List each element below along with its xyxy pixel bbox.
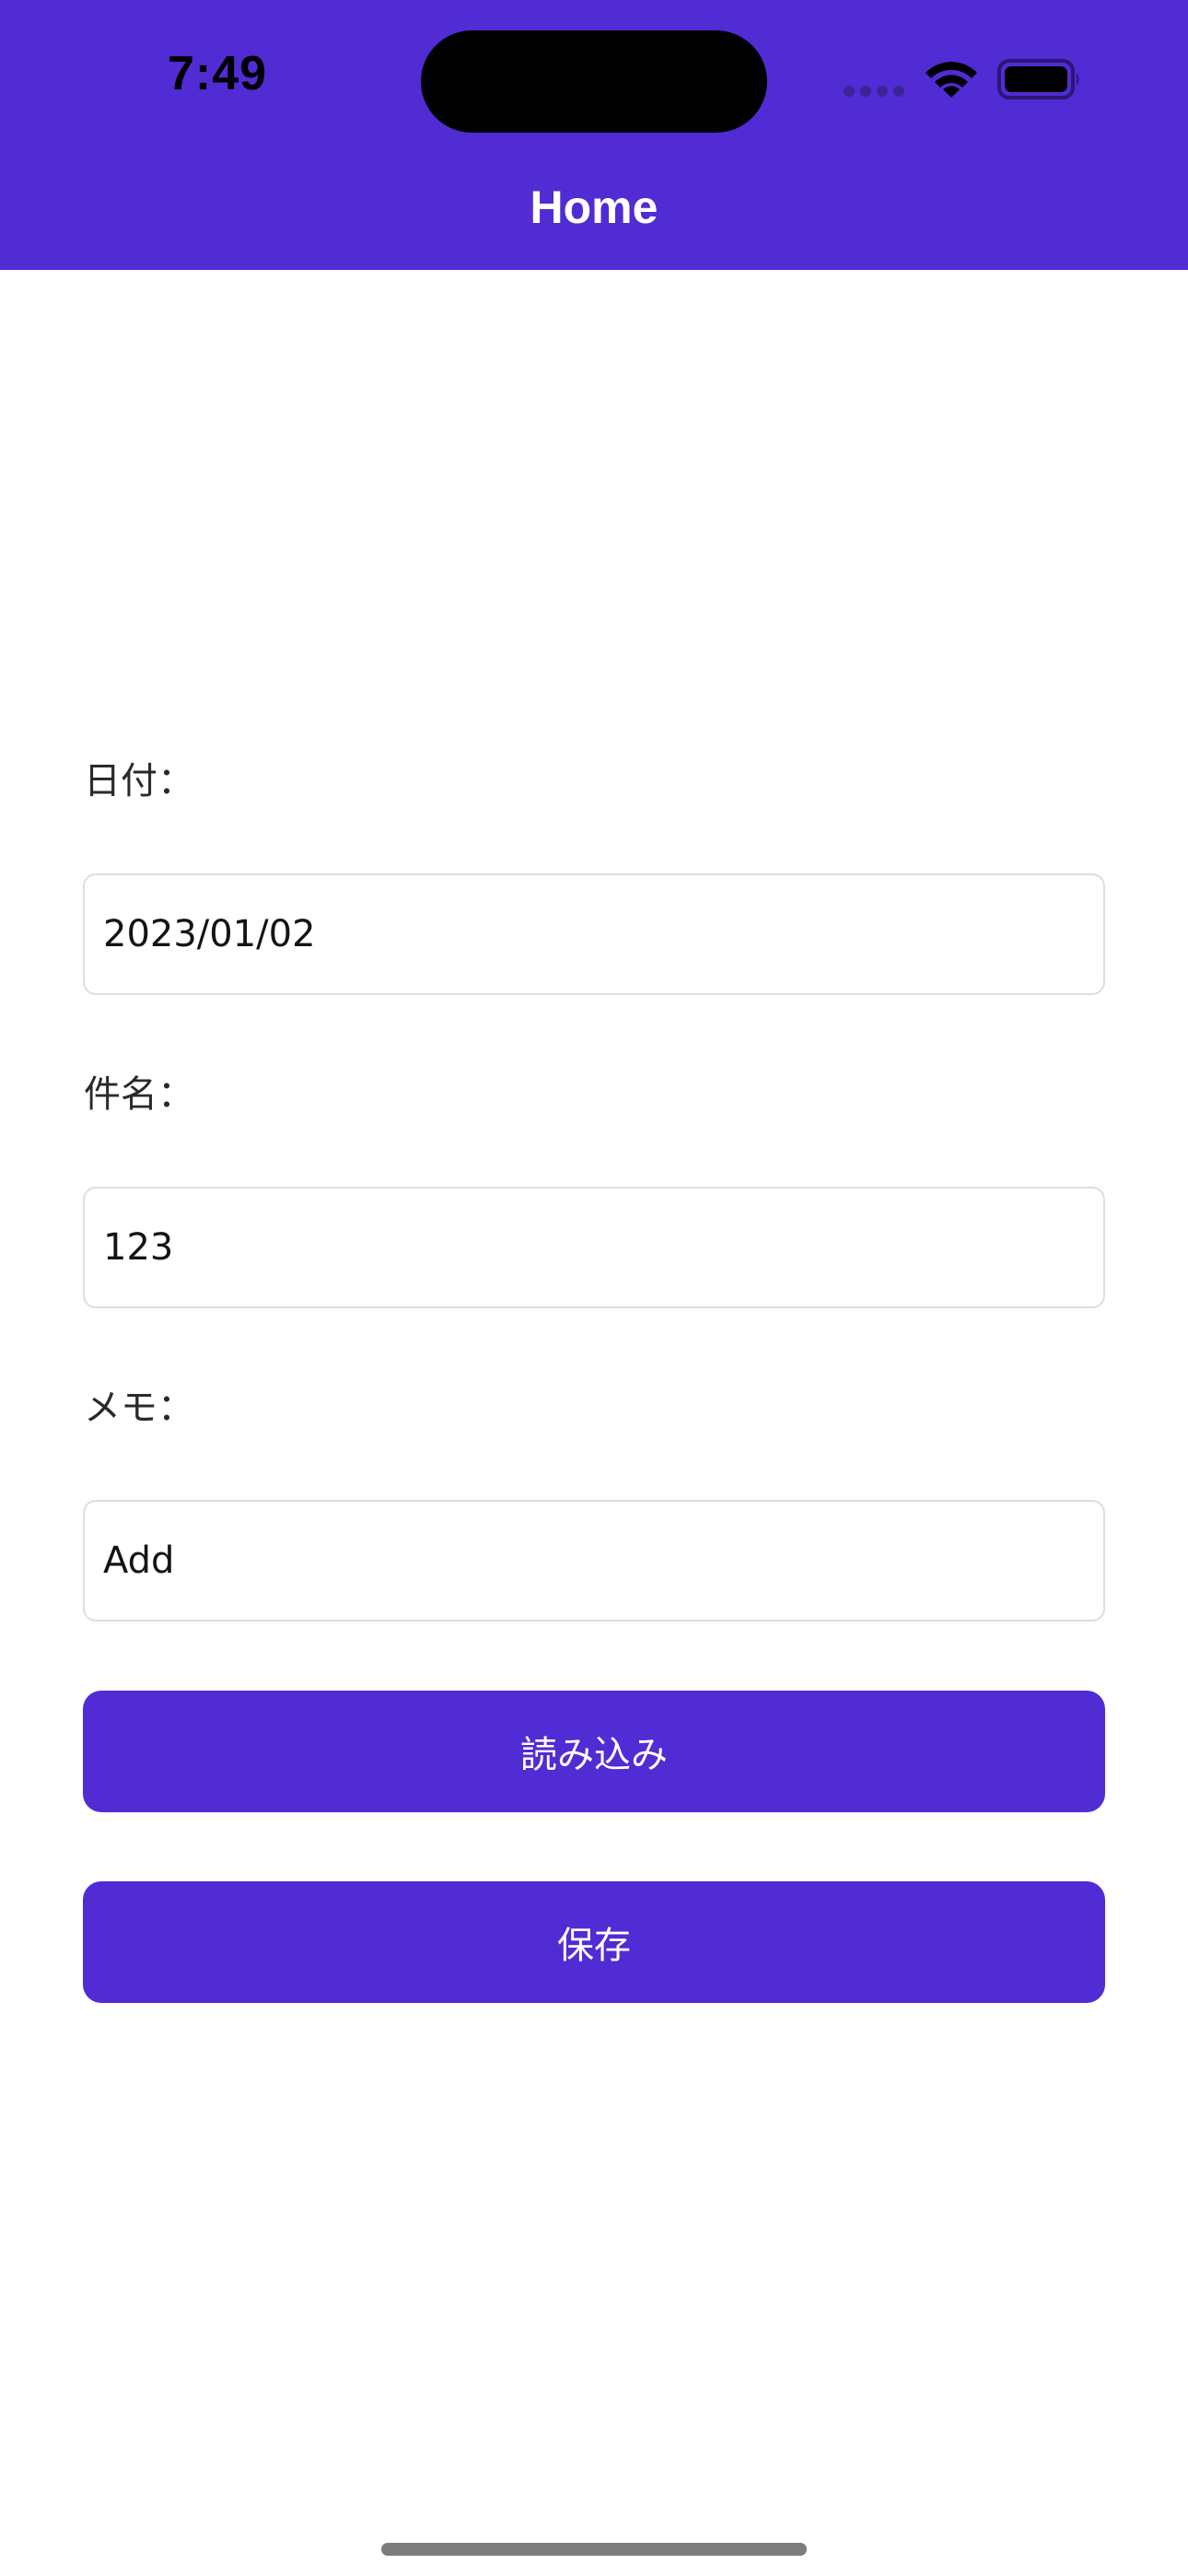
home-indicator[interactable] xyxy=(381,2543,807,2556)
dynamic-island xyxy=(421,30,767,133)
save-button[interactable]: 保存 xyxy=(83,1881,1105,2003)
page-title: Home xyxy=(530,181,658,233)
load-button[interactable]: 読み込み xyxy=(83,1691,1105,1812)
status-bar-time: 7:49 xyxy=(168,47,268,100)
battery-icon xyxy=(997,59,1079,100)
subject-label: 件名： xyxy=(84,1073,194,1116)
cellular-signal-icon xyxy=(844,86,904,99)
memo-label: メモ： xyxy=(84,1387,194,1429)
date-input[interactable] xyxy=(83,873,1105,995)
wifi-icon xyxy=(926,62,977,98)
app-header: 7:49 Home xyxy=(0,0,1188,270)
subject-input[interactable] xyxy=(83,1187,1105,1308)
date-label: 日付： xyxy=(84,760,194,802)
memo-input[interactable] xyxy=(83,1500,1105,1622)
